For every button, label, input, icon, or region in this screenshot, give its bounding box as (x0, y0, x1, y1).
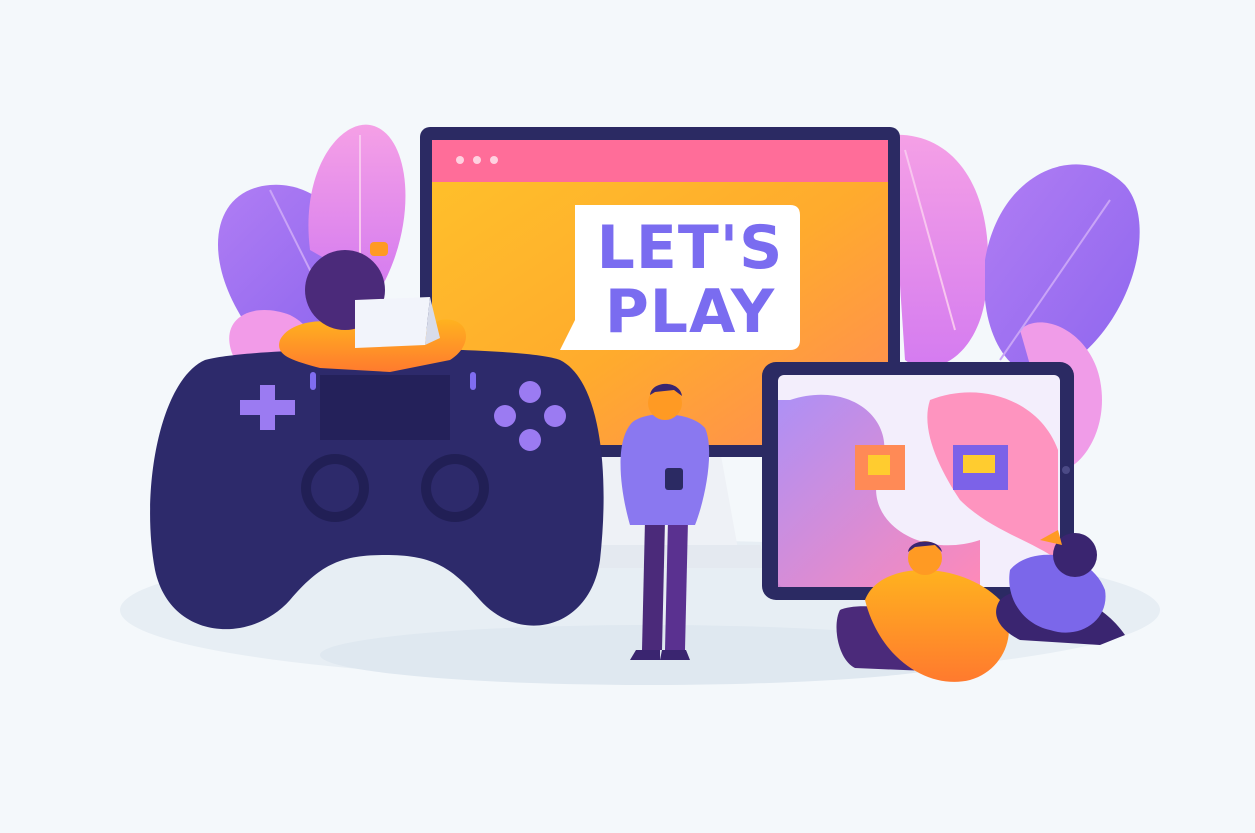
game-illustration: LET'S PLAY (120, 124, 1160, 685)
speech-bubble-icon: LET'S PLAY (560, 205, 800, 350)
speech-line-2: PLAY (605, 277, 776, 347)
speech-line-1: LET'S (597, 213, 784, 283)
